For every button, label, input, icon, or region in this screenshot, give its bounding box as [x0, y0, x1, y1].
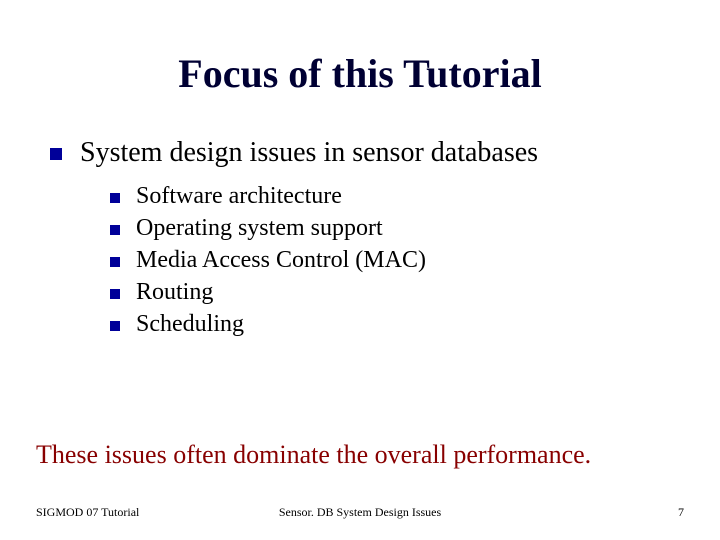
square-bullet-icon: [110, 321, 120, 331]
closing-text: These issues often dominate the overall …: [36, 440, 684, 470]
inner-item-text: Software architecture: [136, 183, 342, 210]
footer-left: SIGMOD 07 Tutorial: [36, 505, 252, 520]
outer-list: System design issues in sensor databases…: [50, 137, 680, 338]
inner-item: Routing: [110, 279, 680, 306]
square-bullet-icon: [110, 193, 120, 203]
inner-item: Media Access Control (MAC): [110, 247, 680, 274]
slide-title: Focus of this Tutorial: [40, 50, 680, 97]
inner-item-text: Routing: [136, 279, 213, 306]
inner-item: Software architecture: [110, 183, 680, 210]
inner-item: Operating system support: [110, 215, 680, 242]
square-bullet-icon: [110, 225, 120, 235]
inner-item-text: Scheduling: [136, 311, 244, 338]
inner-item-text: Media Access Control (MAC): [136, 247, 426, 274]
outer-item: System design issues in sensor databases: [50, 137, 680, 169]
square-bullet-icon: [50, 148, 62, 160]
footer-page-number: 7: [468, 505, 684, 520]
inner-item: Scheduling: [110, 311, 680, 338]
outer-item-text: System design issues in sensor databases: [80, 137, 538, 169]
square-bullet-icon: [110, 289, 120, 299]
footer-center: Sensor. DB System Design Issues: [252, 505, 468, 520]
inner-list: Software architecture Operating system s…: [110, 183, 680, 338]
square-bullet-icon: [110, 257, 120, 267]
inner-item-text: Operating system support: [136, 215, 383, 242]
footer: SIGMOD 07 Tutorial Sensor. DB System Des…: [0, 505, 720, 520]
slide: Focus of this Tutorial System design iss…: [0, 0, 720, 540]
